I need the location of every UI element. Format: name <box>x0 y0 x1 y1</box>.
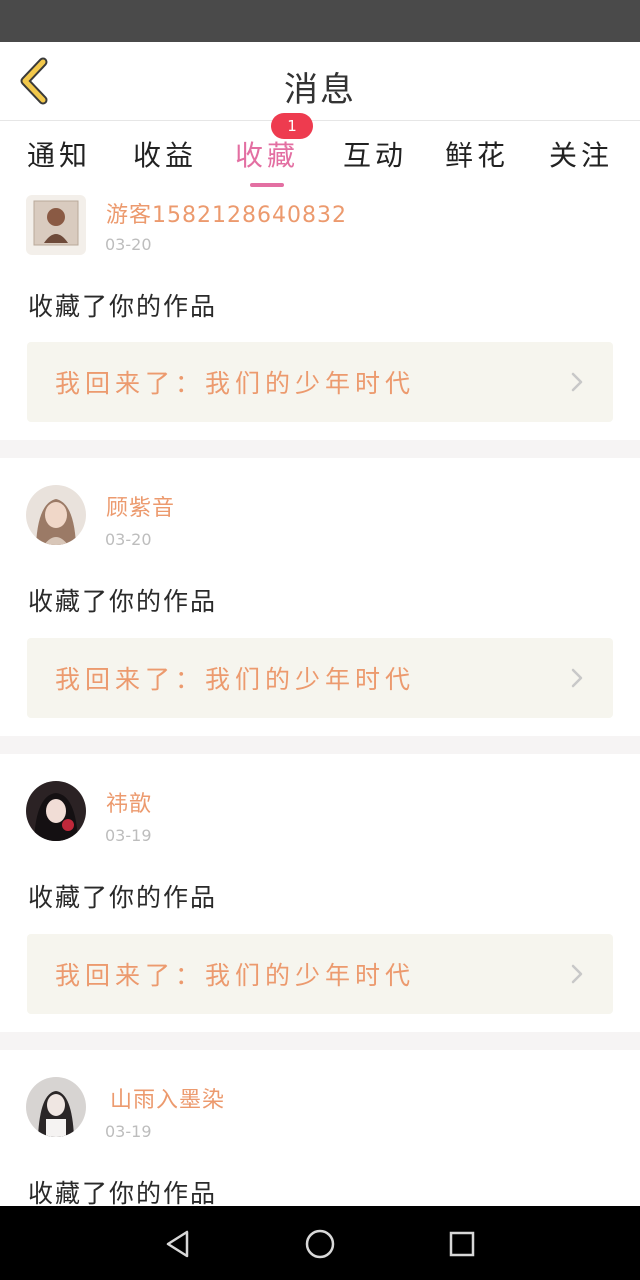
username[interactable]: 祎歆 <box>106 786 152 818</box>
action-text: 收藏了你的作品 <box>28 1179 218 1206</box>
avatar[interactable] <box>26 485 86 545</box>
message-card: 游客15821286408​32 03-20 收藏了你的作品 我回来了：我们的少… <box>0 187 640 440</box>
chevron-right-icon <box>571 668 583 688</box>
tab-label: 关注 <box>548 139 613 172</box>
nav-home-circle-icon <box>305 1229 335 1259</box>
tab-flowers[interactable]: 鲜花 <box>424 121 530 187</box>
work-title: 我回来了：我们的少年时代 <box>55 369 416 398</box>
username[interactable]: 游客15821286408​32 <box>106 197 347 229</box>
avatar[interactable] <box>26 1077 86 1137</box>
status-bar <box>0 0 640 42</box>
tab-notifications[interactable]: 通知 <box>6 121 112 187</box>
card-divider <box>0 440 640 458</box>
message-card: 山雨入墨染 03-19 收藏了你的作品 <box>0 1050 640 1206</box>
action-text: 收藏了你的作品 <box>28 883 218 912</box>
work-link[interactable]: 我回来了：我们的少年时代 <box>27 638 613 718</box>
username[interactable]: 顾紫音 <box>106 490 175 522</box>
nav-home-button[interactable] <box>296 1220 344 1268</box>
chevron-right-icon <box>571 964 583 984</box>
message-card: 顾紫音 03-20 收藏了你的作品 我回来了：我们的少年时代 <box>0 458 640 736</box>
action-text: 收藏了你的作品 <box>28 292 218 321</box>
message-date: 03-20 <box>105 235 152 254</box>
tab-follows[interactable]: 关注 <box>528 121 634 187</box>
unread-badge: 1 <box>271 113 313 139</box>
message-card: 祎歆 03-19 收藏了你的作品 我回来了：我们的少年时代 <box>0 754 640 1032</box>
tab-label: 收益 <box>132 139 197 172</box>
tab-label: 收藏 <box>234 139 299 172</box>
tab-earnings[interactable]: 收益 <box>112 121 218 187</box>
avatar[interactable] <box>26 195 86 255</box>
message-list[interactable]: 游客15821286408​32 03-20 收藏了你的作品 我回来了：我们的少… <box>0 187 640 1206</box>
work-title: 我回来了：我们的少年时代 <box>55 961 416 990</box>
nav-back-triangle-icon <box>166 1230 189 1258</box>
action-text: 收藏了你的作品 <box>28 587 218 616</box>
avatar[interactable] <box>26 781 86 841</box>
card-divider <box>0 736 640 754</box>
tab-bar: 通知 收益 收藏 1 互动 鲜花 关注 <box>0 113 640 187</box>
tab-label: 鲜花 <box>444 139 509 172</box>
system-navigation-bar <box>0 1206 640 1280</box>
avatar-image <box>26 485 86 545</box>
avatar-image <box>26 781 86 841</box>
nav-back-button[interactable] <box>154 1220 202 1268</box>
work-link[interactable]: 我回来了：我们的少年时代 <box>27 342 613 422</box>
work-link[interactable]: 我回来了：我们的少年时代 <box>27 934 613 1014</box>
avatar-image <box>26 195 86 255</box>
tab-interactions[interactable]: 互动 <box>322 121 428 187</box>
username[interactable]: 山雨入墨染 <box>110 1082 225 1114</box>
nav-recent-square-icon <box>449 1231 475 1257</box>
app-header: 消息 <box>0 42 640 121</box>
work-title: 我回来了：我们的少年时代 <box>55 665 416 694</box>
message-date: 03-19 <box>105 826 152 845</box>
message-date: 03-20 <box>105 530 152 549</box>
tab-label: 互动 <box>342 139 407 172</box>
tab-label: 通知 <box>26 139 91 172</box>
nav-recent-button[interactable] <box>438 1220 486 1268</box>
page-title: 消息 <box>284 70 356 110</box>
message-date: 03-19 <box>105 1122 152 1141</box>
tab-favorites[interactable]: 收藏 1 <box>214 113 320 187</box>
avatar-image <box>26 1077 86 1137</box>
chevron-right-icon <box>571 372 583 392</box>
card-divider <box>0 1032 640 1050</box>
